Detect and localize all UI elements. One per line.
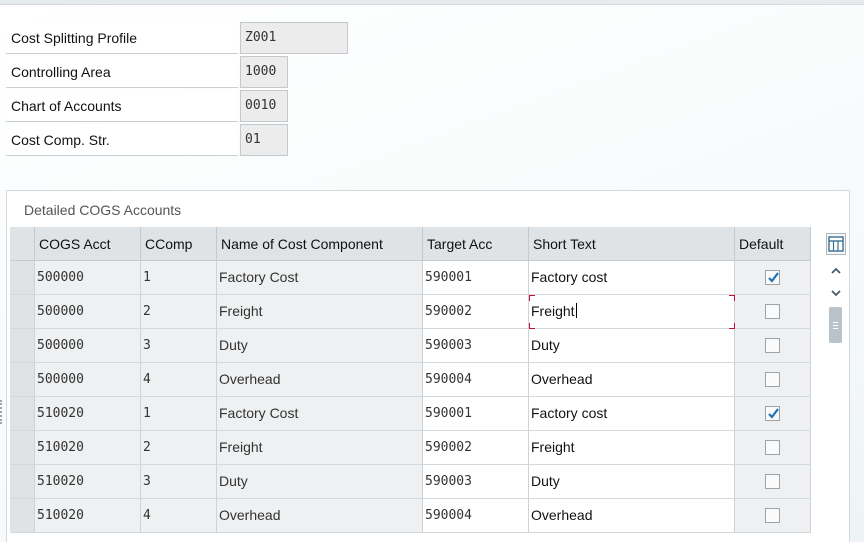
- cogs-acct-cell: 510020: [35, 465, 141, 499]
- cogs-acct-cell: 510020: [35, 499, 141, 533]
- cost-component-name-cell: Factory Cost: [217, 261, 423, 295]
- short-text-input[interactable]: Factory cost: [529, 397, 735, 431]
- target-acc-input[interactable]: 590003: [423, 329, 529, 363]
- splitter-handle[interactable]: [0, 400, 2, 424]
- default-checkbox[interactable]: [765, 270, 780, 285]
- ccomp-cell: 4: [141, 499, 217, 533]
- default-checkbox[interactable]: [765, 508, 780, 523]
- chevron-down-icon: [831, 290, 841, 297]
- focus-indicator: [729, 295, 735, 301]
- short-text-input[interactable]: Freight: [529, 431, 735, 465]
- cost-component-name-cell: Freight: [217, 431, 423, 465]
- cost-component-name-cell: Factory Cost: [217, 397, 423, 431]
- row-selector[interactable]: [10, 329, 35, 363]
- chart-of-accounts-input[interactable]: 0010: [240, 90, 288, 122]
- cost-component-name-cell: Duty: [217, 329, 423, 363]
- row-selector[interactable]: [10, 363, 35, 397]
- chevron-up-icon: [831, 267, 841, 274]
- cogs-acct-cell: 500000: [35, 329, 141, 363]
- cost-component-name-cell: Overhead: [217, 499, 423, 533]
- default-checkbox-cell: [735, 397, 811, 431]
- short-text-input[interactable]: Freight: [529, 295, 735, 329]
- ccomp-cell: 2: [141, 431, 217, 465]
- short-text-input[interactable]: Duty: [529, 465, 735, 499]
- ccomp-cell: 2: [141, 295, 217, 329]
- short-text-input[interactable]: Duty: [529, 329, 735, 363]
- field-label: Cost Splitting Profile: [6, 22, 238, 54]
- cogs-acct-cell: 510020: [35, 397, 141, 431]
- cogs-acct-cell: 500000: [35, 261, 141, 295]
- table-settings-button[interactable]: [826, 233, 846, 255]
- col-header-target-acc[interactable]: Target Acc: [423, 227, 529, 261]
- default-checkbox-cell: [735, 295, 811, 329]
- cogs-acct-cell: 500000: [35, 363, 141, 397]
- target-acc-input[interactable]: 590004: [423, 363, 529, 397]
- row-selector[interactable]: [10, 499, 35, 533]
- target-acc-input[interactable]: 590004: [423, 499, 529, 533]
- ccomp-cell: 4: [141, 363, 217, 397]
- target-acc-input[interactable]: 590001: [423, 261, 529, 295]
- cogs-acct-cell: 510020: [35, 431, 141, 465]
- row-selector[interactable]: [10, 465, 35, 499]
- scroll-up-button[interactable]: [829, 264, 843, 278]
- field-label: Controlling Area: [6, 56, 238, 88]
- cost-component-name-cell: Duty: [217, 465, 423, 499]
- default-checkbox[interactable]: [765, 338, 780, 353]
- ccomp-cell: 3: [141, 465, 217, 499]
- default-checkbox-cell: [735, 329, 811, 363]
- field-label: Chart of Accounts: [6, 90, 238, 122]
- vertical-scrollbar-thumb[interactable]: [829, 307, 842, 343]
- target-acc-input[interactable]: 590003: [423, 465, 529, 499]
- row-selector[interactable]: [10, 295, 35, 329]
- default-checkbox[interactable]: [765, 440, 780, 455]
- ccomp-cell: 1: [141, 397, 217, 431]
- cost-comp-str-input[interactable]: 01: [240, 124, 288, 156]
- default-checkbox-cell: [735, 363, 811, 397]
- target-acc-input[interactable]: 590002: [423, 431, 529, 465]
- ccomp-cell: 3: [141, 329, 217, 363]
- col-header-name-of-cost-component[interactable]: Name of Cost Component: [217, 227, 423, 261]
- checkmark-icon: [768, 272, 779, 283]
- col-header-short-text[interactable]: Short Text: [529, 227, 735, 261]
- scroll-down-button[interactable]: [829, 286, 843, 300]
- default-checkbox-cell: [735, 261, 811, 295]
- top-toolbar-strip: [0, 0, 864, 5]
- short-text-input[interactable]: Overhead: [529, 363, 735, 397]
- col-header-cogs-acct[interactable]: COGS Acct: [35, 227, 141, 261]
- cogs-acct-cell: 500000: [35, 295, 141, 329]
- cost-component-name-cell: Freight: [217, 295, 423, 329]
- panel-title: Detailed COGS Accounts: [24, 202, 182, 218]
- select-all-header[interactable]: [10, 227, 35, 261]
- col-header-default[interactable]: Default: [735, 227, 811, 261]
- cost-component-name-cell: Overhead: [217, 363, 423, 397]
- checkmark-icon: [768, 408, 779, 419]
- default-checkbox-cell: [735, 499, 811, 533]
- default-checkbox-cell: [735, 465, 811, 499]
- target-acc-input[interactable]: 590002: [423, 295, 529, 329]
- short-text-input[interactable]: Factory cost: [529, 261, 735, 295]
- default-checkbox[interactable]: [765, 474, 780, 489]
- row-selector[interactable]: [10, 397, 35, 431]
- field-label: Cost Comp. Str.: [6, 124, 238, 156]
- controlling-area-input[interactable]: 1000: [240, 56, 288, 88]
- detailed-cogs-accounts-panel: Detailed COGS Accounts COGS Acct CComp N…: [6, 190, 850, 542]
- table-settings-icon: [828, 236, 844, 252]
- focus-indicator: [529, 295, 535, 301]
- cost-splitting-profile-input[interactable]: Z001: [240, 22, 348, 54]
- row-selector[interactable]: [10, 261, 35, 295]
- default-checkbox-cell: [735, 431, 811, 465]
- col-header-ccomp[interactable]: CComp: [141, 227, 217, 261]
- text-cursor: [575, 303, 577, 318]
- default-checkbox[interactable]: [765, 304, 780, 319]
- short-text-input[interactable]: Overhead: [529, 499, 735, 533]
- ccomp-cell: 1: [141, 261, 217, 295]
- default-checkbox[interactable]: [765, 372, 780, 387]
- default-checkbox[interactable]: [765, 406, 780, 421]
- row-selector[interactable]: [10, 431, 35, 465]
- target-acc-input[interactable]: 590001: [423, 397, 529, 431]
